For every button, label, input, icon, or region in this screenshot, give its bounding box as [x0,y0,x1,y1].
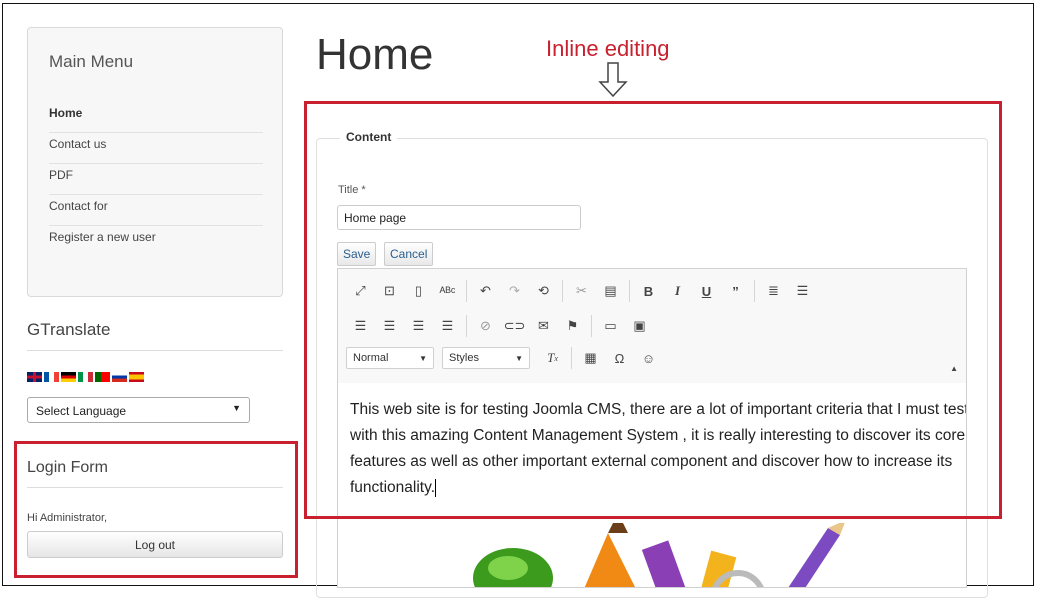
login-form-title: Login Form [27,459,283,488]
menu-item-pdf[interactable]: PDF [49,164,263,195]
main-menu-list: Home Contact us PDF Contact for Register… [49,102,263,257]
gtranslate-title: GTranslate [27,320,283,351]
language-flags [27,372,144,382]
chevron-down-icon: ▼ [232,403,241,413]
fr-flag-icon[interactable] [44,372,59,382]
de-flag-icon[interactable] [61,372,76,382]
ru-flag-icon[interactable] [112,372,127,382]
inline-editing-highlight-box [304,101,1002,519]
it-flag-icon[interactable] [78,372,93,382]
menu-item-contact-for[interactable]: Contact for [49,195,263,226]
main-menu-module: Main Menu Home Contact us PDF Contact fo… [27,27,283,297]
menu-item-home[interactable]: Home [49,102,263,133]
logout-button[interactable]: Log out [27,531,283,558]
page-title: Home [316,30,434,79]
pt-flag-icon[interactable] [95,372,110,382]
uk-flag-icon[interactable] [27,372,42,382]
menu-item-register[interactable]: Register a new user [49,226,263,257]
colorful-art-image [473,523,845,587]
down-arrow-icon [598,62,628,98]
language-select[interactable]: Select Language ▼ [27,397,250,423]
es-flag-icon[interactable] [129,372,144,382]
inline-editing-annotation: Inline editing [546,36,670,61]
main-menu-title: Main Menu [49,52,134,71]
language-select-value: Select Language [36,404,127,418]
login-greeting: Hi Administrator, [27,512,108,524]
menu-item-contact-us[interactable]: Contact us [49,133,263,164]
